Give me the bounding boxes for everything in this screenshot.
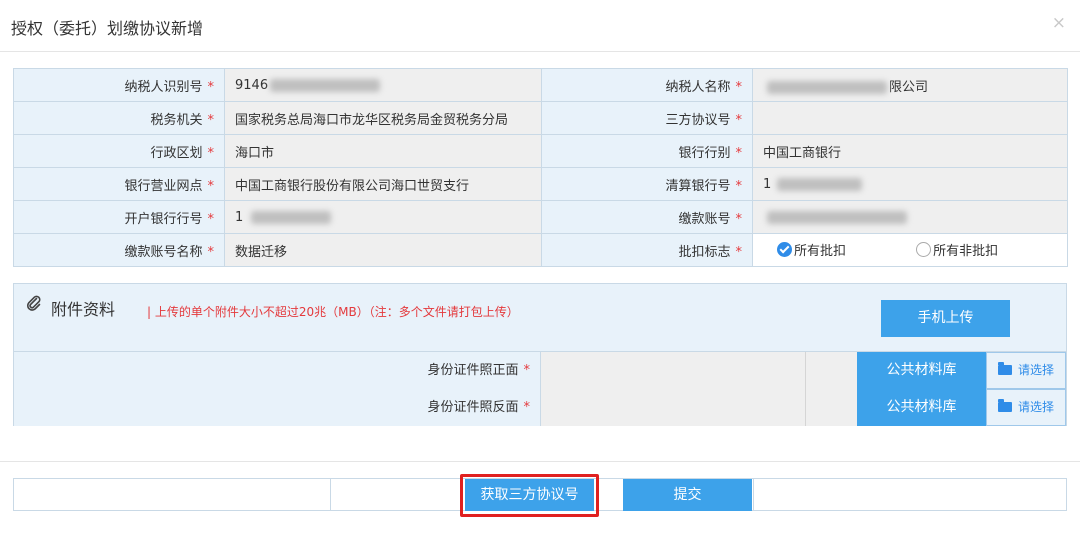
admin-region-field[interactable]: 海口市 [224, 134, 542, 168]
bank-branch-label: 银行营业网点 * [13, 167, 225, 201]
attachment-row: 身份证件照正面 * 公共材料库 请选择 [14, 352, 1066, 389]
public-library-button[interactable]: 公共材料库 [857, 352, 986, 389]
tax-authority-label: 税务机关 * [13, 101, 225, 135]
footer-separator [330, 479, 331, 510]
payment-account-label: 缴款账号 * [541, 200, 753, 234]
choose-file-button[interactable]: 请选择 [986, 352, 1066, 389]
dialog-header: 授权（委托）划缴协议新增 × [0, 0, 1080, 52]
paperclip-icon [26, 295, 42, 316]
attachments-panel: | 上传的单个附件大小不超过20兆（MB）（注：多个文件请打包上传） 附件资料 … [13, 283, 1067, 426]
taxpayer-id-label: 纳税人识别号 * [13, 68, 225, 102]
form-row: 银行营业网点 * 中国工商银行股份有限公司海口世贸支行 清算银行号 * 1 [13, 167, 1068, 201]
submit-button[interactable]: 提交 [623, 479, 752, 511]
deduction-flag-label: 批扣标志 * [541, 233, 753, 267]
public-library-button[interactable]: 公共材料库 [857, 389, 986, 426]
account-name-field[interactable]: 数据迁移 [224, 233, 542, 267]
attachments-title: 附件资料 [51, 300, 116, 319]
folder-open-icon [997, 399, 1012, 412]
footer-separator [753, 479, 754, 510]
agreement-no-field[interactable] [752, 101, 1068, 135]
deduction-flag-group: 所有批扣 所有非批扣 [752, 233, 1068, 267]
attachment-row: 身份证件照反面 * 公共材料库 请选择 [14, 389, 1066, 426]
id-back-file-field[interactable] [540, 389, 805, 426]
bank-type-field[interactable]: 中国工商银行 [752, 134, 1068, 168]
form-row: 缴款账号名称 * 数据迁移 批扣标志 * 所有批扣 所有非批扣 [13, 233, 1068, 267]
footer-divider [0, 461, 1080, 462]
attachments-header: | 上传的单个附件大小不超过20兆（MB）（注：多个文件请打包上传） 附件资料 … [14, 284, 1066, 352]
redacted-blur [251, 210, 332, 224]
id-back-label: 身份证件照反面 * [14, 389, 540, 426]
radio-all-non-deduct[interactable]: 所有非批扣 [916, 240, 998, 259]
form-row: 纳税人识别号 * 9146 纳税人名称 * 限公司 [13, 68, 1068, 102]
id-front-label: 身份证件照正面 * [14, 352, 540, 389]
clearing-bank-no-label: 清算银行号 * [541, 167, 753, 201]
agreement-form: 纳税人识别号 * 9146 纳税人名称 * 限公司 税务机关 * 国家税务总局海口市龙… [13, 68, 1068, 267]
mobile-upload-button[interactable]: 手机上传 [881, 300, 1010, 337]
taxpayer-id-field[interactable]: 9146 [224, 68, 542, 102]
bank-type-label: 银行行别 * [541, 134, 753, 168]
bank-branch-field[interactable]: 中国工商银行股份有限公司海口世贸支行 [224, 167, 542, 201]
get-agreement-number-button[interactable]: 获取三方协议号 [465, 479, 594, 511]
tax-authority-field[interactable]: 国家税务总局海口市龙华区税务局金贸税务分局 [224, 101, 542, 135]
radio-unchecked-icon [916, 241, 932, 257]
radio-label: 所有批扣 [794, 243, 847, 259]
id-front-file-field[interactable] [540, 352, 805, 389]
file-field-spacer [805, 389, 857, 426]
redacted-blur [767, 80, 887, 94]
form-row: 税务机关 * 国家税务总局海口市龙华区税务局金贸税务分局 三方协议号 * [13, 101, 1068, 135]
close-icon[interactable]: × [1052, 13, 1066, 33]
form-row: 行政区划 * 海口市 银行行别 * 中国工商银行 [13, 134, 1068, 168]
admin-region-label: 行政区划 * [13, 134, 225, 168]
clearing-bank-no-field[interactable]: 1 [752, 167, 1068, 201]
account-bank-no-field[interactable]: 1 [224, 200, 542, 234]
redacted-blur [767, 210, 907, 224]
dialog-title: 授权（委托）划缴协议新增 [11, 19, 204, 38]
file-field-spacer [805, 352, 857, 389]
radio-label: 所有非批扣 [933, 243, 999, 259]
agreement-no-label: 三方协议号 * [541, 101, 753, 135]
redacted-blur [777, 177, 863, 191]
radio-checked-icon [777, 241, 792, 257]
redacted-blur [270, 78, 381, 92]
radio-all-deduct[interactable]: 所有批扣 [777, 240, 846, 259]
payment-account-field[interactable] [752, 200, 1068, 234]
choose-file-button[interactable]: 请选择 [986, 389, 1066, 426]
account-bank-no-label: 开户银行行号 * [13, 200, 225, 234]
account-name-label: 缴款账号名称 * [13, 233, 225, 267]
folder-open-icon [997, 362, 1012, 375]
taxpayer-name-label: 纳税人名称 * [541, 68, 753, 102]
form-row: 开户银行行号 * 1 缴款账号 * [13, 200, 1068, 234]
taxpayer-name-field[interactable]: 限公司 [752, 68, 1068, 102]
